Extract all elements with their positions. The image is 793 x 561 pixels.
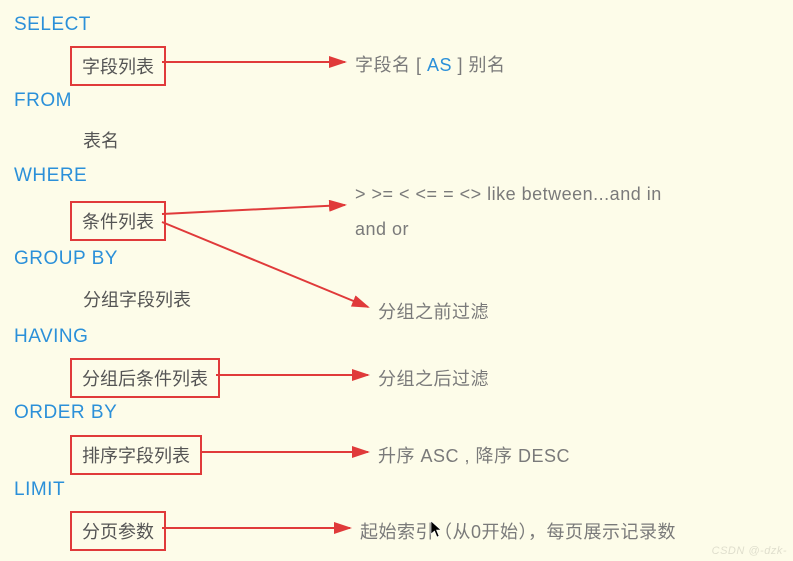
box-where-conditions: 条件列表: [70, 201, 166, 241]
mouse-cursor-icon: [430, 520, 444, 538]
arrow-where-ops: [162, 205, 345, 214]
sql-diagram: SELECT 字段列表 字段名 [ AS ] 别名 FROM 表名 WHERE …: [0, 0, 793, 561]
keyword-limit: LIMIT: [14, 479, 65, 501]
desc-where-line2: and or: [355, 219, 409, 240]
desc-select-suffix: ] 别名: [458, 55, 506, 75]
keyword-where: WHERE: [14, 165, 87, 187]
watermark: CSDN @-dzk-: [712, 545, 787, 557]
sub-groupby-fields: 分组字段列表: [83, 286, 191, 312]
desc-having: 分组之后过滤: [378, 365, 489, 391]
sub-from-table: 表名: [83, 127, 119, 153]
desc-where-line3: 分组之前过滤: [378, 298, 489, 324]
box-having-conditions: 分组后条件列表: [70, 358, 220, 398]
desc-select-as: AS: [422, 55, 458, 75]
keyword-orderby: ORDER BY: [14, 402, 117, 424]
desc-orderby: 升序 ASC , 降序 DESC: [378, 442, 570, 468]
desc-select-prefix: 字段名 [: [355, 55, 422, 75]
desc-where-line1: > >= < <= = <> like between...and in: [355, 184, 662, 205]
keyword-having: HAVING: [14, 326, 88, 348]
desc-select: 字段名 [ AS ] 别名: [355, 51, 506, 77]
desc-limit: 起始索引（从0开始），每页展示记录数: [360, 518, 676, 544]
box-limit-params: 分页参数: [70, 511, 166, 551]
keyword-from: FROM: [14, 90, 72, 112]
box-select-fields: 字段列表: [70, 46, 166, 86]
keyword-select: SELECT: [14, 14, 91, 36]
arrow-where-pregroup: [162, 222, 368, 307]
keyword-groupby: GROUP BY: [14, 248, 118, 270]
box-orderby-fields: 排序字段列表: [70, 435, 202, 475]
